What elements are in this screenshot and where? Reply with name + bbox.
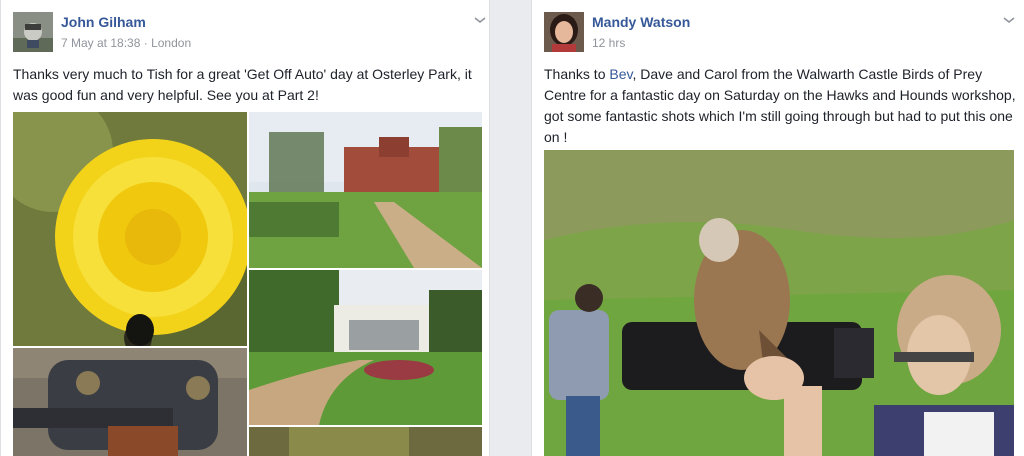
text-prefix: Thanks to: [544, 66, 610, 82]
avatar[interactable]: [13, 12, 53, 52]
photo-greenery[interactable]: [249, 427, 482, 456]
chevron-down-icon[interactable]: [473, 12, 487, 24]
timestamp[interactable]: 12 hrs: [592, 36, 625, 50]
photo-dandelion-bee[interactable]: [13, 112, 247, 346]
post-meta: 12 hrs: [592, 36, 625, 50]
location[interactable]: London: [151, 36, 191, 50]
photo-osterley-house-path[interactable]: [249, 112, 482, 268]
mention-link[interactable]: Bev: [609, 66, 632, 82]
photo-kestrel-on-camera[interactable]: [544, 150, 1014, 456]
chevron-down-icon[interactable]: [1002, 12, 1016, 24]
author-name[interactable]: Mandy Watson: [592, 14, 690, 30]
post-text: Thanks very much to Tish for a great 'Ge…: [13, 66, 472, 103]
avatar[interactable]: [544, 12, 584, 52]
post-text: Thanks to Bev, Dave and Carol from the W…: [544, 64, 1018, 148]
timestamp[interactable]: 7 May at 18:38: [61, 36, 140, 50]
author-name[interactable]: John Gilham: [61, 14, 146, 30]
post-card-mandy-watson: Mandy Watson 12 hrs Thanks to Bev, Dave …: [531, 0, 1024, 456]
post-card-john-gilham: John Gilham 7 May at 18:38 · London Than…: [0, 0, 490, 456]
meta-separator: ·: [143, 36, 148, 50]
photo-garden-temple[interactable]: [249, 270, 482, 425]
post-meta: 7 May at 18:38 · London: [61, 36, 191, 50]
photo-rusty-hinge[interactable]: [13, 348, 247, 456]
